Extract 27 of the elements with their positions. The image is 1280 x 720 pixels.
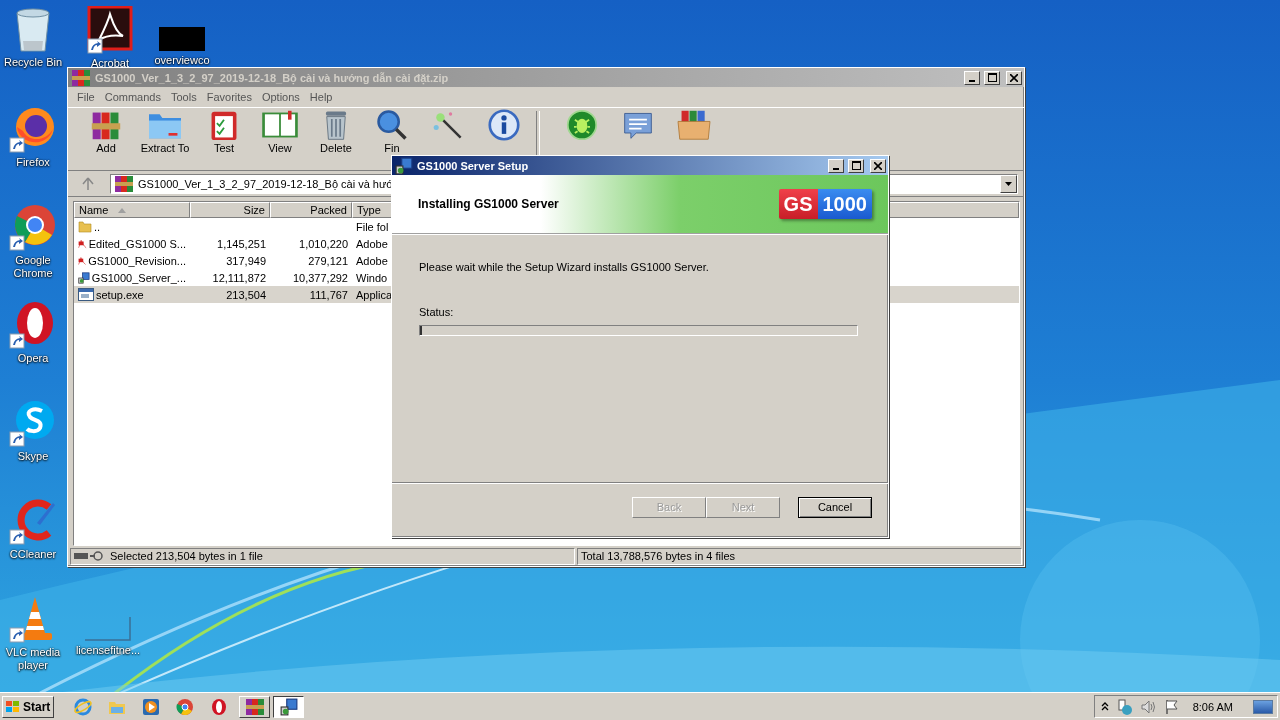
table-cell: 111,767 <box>309 288 348 301</box>
table-cell: File fol <box>356 220 389 233</box>
table-cell: Edited_GS1000 S... <box>88 237 186 250</box>
table-cell: 213,504 <box>226 288 266 301</box>
table-cell: GS1000_Server_... <box>91 271 186 284</box>
table-cell: Windo <box>356 271 388 284</box>
clock: 8:06 AM <box>1192 700 1233 713</box>
dialog-message: Please wait while the Setup Wizard installs GS1000 Server. <box>419 261 710 273</box>
logo: GS 1000 <box>778 189 872 219</box>
window-title: GS1000_Ver_1_3_2_97_2019-12-18_Bộ cài và hướng dẫn cài đặt.zip <box>95 71 450 84</box>
table-cell: Adobe <box>356 237 388 250</box>
status-label: Status: <box>419 306 455 318</box>
table-cell: 317,949 <box>226 254 266 267</box>
table-cell: 1,145,251 <box>217 237 266 250</box>
table-cell: .. <box>94 220 101 233</box>
table-cell: GS1000_Revision... <box>88 254 186 267</box>
window-title: GS1000 Server Setup <box>417 159 530 172</box>
table-cell: Applica <box>356 288 393 301</box>
table-cell: 12,111,872 <box>212 271 266 284</box>
table-cell: 1,010,220 <box>299 237 348 250</box>
table-cell: 10,377,292 <box>292 271 348 284</box>
table-cell: 279,121 <box>308 254 348 267</box>
table-cell: Adobe <box>356 254 388 267</box>
table-cell: setup.exe <box>96 288 144 301</box>
status-text: Selected 213,504 bytes in 1 file <box>110 550 263 562</box>
dialog-heading: Installing GS1000 Server <box>418 197 559 211</box>
status-text: Total 13,788,576 bytes in 4 files <box>581 550 736 562</box>
